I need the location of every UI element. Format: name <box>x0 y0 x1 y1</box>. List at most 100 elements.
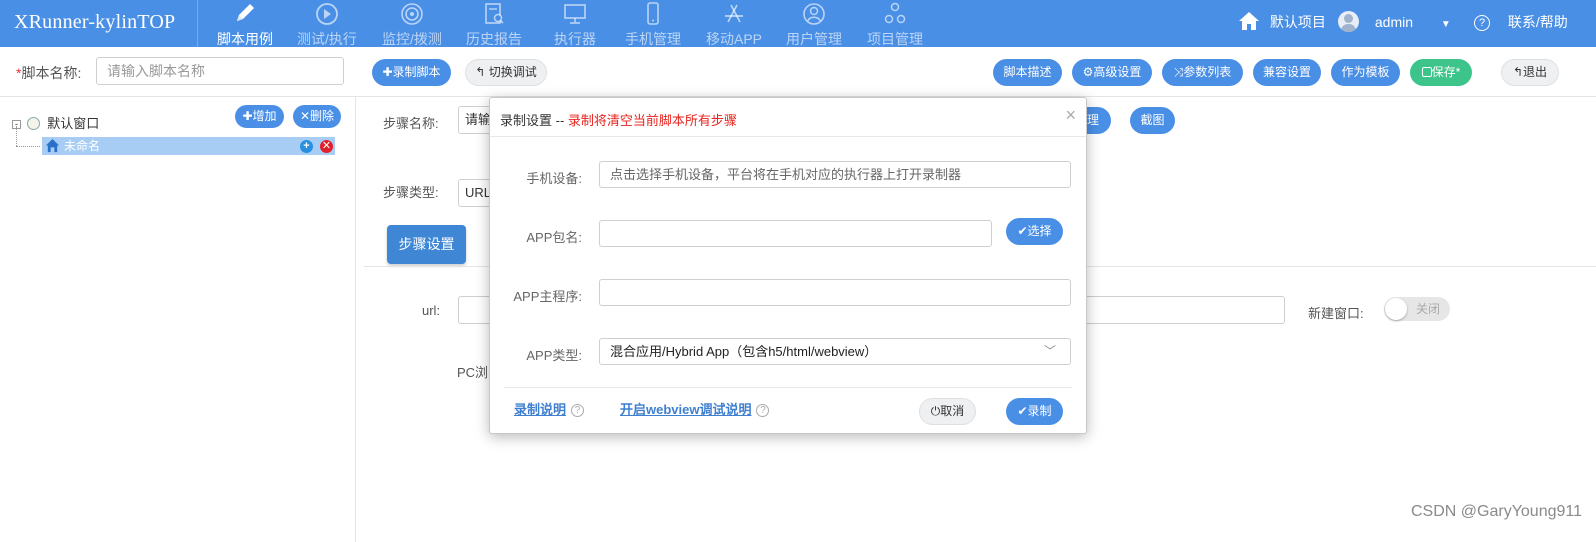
undo-icon: ↰ <box>1512 65 1524 79</box>
main-program-label: APP主程序: <box>513 289 582 304</box>
nav-label: 用户管理 <box>786 31 842 47</box>
tree-connector <box>16 146 40 147</box>
script-toolbar: *脚本名称: 请输入脚本名称 ✚录制脚本 ↰ 切换调试 脚本描述 ⚙高级设置 ⤨… <box>0 47 1596 97</box>
project-switcher[interactable]: 默认项目 <box>1238 0 1326 47</box>
tree-item-selected[interactable]: 未命名 <box>42 137 335 155</box>
remove-item-icon[interactable]: ✕ <box>320 140 333 153</box>
phone-icon <box>647 2 659 25</box>
add-step-button[interactable]: ✚增加 <box>235 105 284 128</box>
tree-item-label: 未命名 <box>64 139 101 153</box>
help-label: 联系/帮助 <box>1507 14 1568 30</box>
app-type-value: 混合应用/Hybrid App（包含h5/html/webview） <box>610 344 878 359</box>
check-icon: ✔ <box>1017 224 1028 238</box>
compat-settings-button[interactable]: 兼容设置 <box>1253 59 1321 86</box>
top-navbar: XRunner-kylinTOP 脚本用例 测试/执行 监控/拨测 历史报告 执… <box>0 0 1596 51</box>
nav-label: 执行器 <box>554 31 596 47</box>
pencil-icon <box>237 4 254 21</box>
dialog-title: 录制设置 -- 录制将清空当前脚本所有步骤 <box>500 113 737 128</box>
question-icon: ? <box>756 404 770 418</box>
caret-down-icon: ▼ <box>1440 19 1451 30</box>
report-search-icon <box>485 3 504 24</box>
new-window-toggle[interactable]: 关闭 <box>1384 297 1450 321</box>
as-template-button[interactable]: 作为模板 <box>1331 59 1400 86</box>
nav-item-monitor[interactable]: 监控/拨测 <box>379 2 445 47</box>
package-input[interactable] <box>599 220 992 247</box>
nav-item-phones[interactable]: 手机管理 <box>621 2 685 47</box>
exit-button[interactable]: ↰退出 <box>1501 59 1559 86</box>
step-settings-tab[interactable]: 步骤设置 <box>387 225 466 264</box>
nav-label: 历史报告 <box>466 31 522 47</box>
avatar <box>1338 11 1359 32</box>
play-circle-icon <box>316 3 338 25</box>
nav-item-scripts[interactable]: 脚本用例 <box>214 2 276 51</box>
clock-icon <box>26 117 40 130</box>
delete-step-button[interactable]: ✕删除 <box>293 105 341 128</box>
question-icon: ? <box>1474 15 1490 31</box>
step-name-label: 步骤名称: <box>383 116 439 131</box>
switch-debug-button[interactable]: ↰ 切换调试 <box>465 59 547 86</box>
toggle-knob <box>1385 298 1407 320</box>
tree-root-label: 默认窗口 <box>47 116 100 131</box>
app-type-label: APP类型: <box>526 348 582 363</box>
check-icon: ✔ <box>1017 404 1028 418</box>
save-button[interactable]: 保存* <box>1410 59 1472 86</box>
save-icon <box>1421 67 1432 77</box>
nav-divider <box>197 0 198 47</box>
record-button[interactable]: ✔录制 <box>1006 398 1063 425</box>
nav-label: 手机管理 <box>625 31 681 47</box>
nav-label: 项目管理 <box>867 31 923 47</box>
add-child-icon[interactable]: + <box>300 140 313 153</box>
user-icon <box>803 3 825 25</box>
url-label: url: <box>422 303 441 318</box>
app-type-select[interactable]: 混合应用/Hybrid App（包含h5/html/webview） ﹀ <box>599 338 1071 365</box>
watermark: CSDN @GaryYoung911 <box>1411 503 1582 520</box>
dialog-warning: 录制将清空当前脚本所有步骤 <box>567 113 737 128</box>
nav-item-projects[interactable]: 项目管理 <box>863 2 927 47</box>
webview-help-link[interactable]: 开启webview调试说明? <box>620 399 770 418</box>
plus-icon: ✚ <box>382 65 393 79</box>
param-list-button[interactable]: ⤨参数列表 <box>1162 59 1243 86</box>
package-label: APP包名: <box>526 230 582 245</box>
record-settings-dialog: 录制设置 -- 录制将清空当前脚本所有步骤 × 手机设备: 点击选择手机设备，平… <box>489 97 1087 434</box>
plus-icon: ✚ <box>242 109 253 123</box>
record-script-button[interactable]: ✚录制脚本 <box>372 59 451 86</box>
nav-item-test-exec[interactable]: 测试/执行 <box>294 2 360 47</box>
select-app-button[interactable]: ✔选择 <box>1006 218 1063 245</box>
close-icon: ✕ <box>299 109 311 123</box>
url-input-tail[interactable] <box>1075 296 1285 324</box>
device-label: 手机设备: <box>526 171 582 186</box>
help-link[interactable]: ? 联系/帮助 <box>1474 0 1568 47</box>
script-desc-button[interactable]: 脚本描述 <box>993 59 1062 86</box>
screenshot-button[interactable]: 截图 <box>1130 107 1175 134</box>
step-tree-panel: - 默认窗口 ✚增加 ✕删除 未命名 + ✕ <box>0 97 356 542</box>
main-program-input[interactable] <box>599 279 1071 306</box>
nav-item-mobile-app[interactable]: 移动APP <box>701 2 767 47</box>
nav-label: 移动APP <box>705 31 762 47</box>
dialog-header-divider <box>490 136 1086 137</box>
device-select-input[interactable]: 点击选择手机设备，平台将在手机对应的执行器上打开录制器 <box>599 161 1071 188</box>
tree-connector <box>16 126 17 146</box>
new-window-label: 新建窗口: <box>1308 306 1364 321</box>
script-name-input[interactable]: 请输入脚本名称 <box>96 57 344 85</box>
cancel-button[interactable]: ⏻取消 <box>919 398 976 425</box>
home-icon <box>45 138 60 158</box>
desktop-icon <box>564 4 586 24</box>
monitor-target-icon <box>401 3 423 25</box>
gear-icon: ⚙ <box>1082 65 1094 79</box>
nav-item-history[interactable]: 历史报告 <box>463 2 525 47</box>
nav-item-executors[interactable]: 执行器 <box>549 2 601 47</box>
pc-browser-label: PC浏 <box>457 365 489 380</box>
user-menu[interactable]: admin ▼ <box>1338 0 1451 47</box>
record-help-link[interactable]: 录制说明? <box>514 399 585 418</box>
home-icon <box>1239 12 1259 30</box>
nav-item-users[interactable]: 用户管理 <box>783 2 845 47</box>
shuffle-icon: ⤨ <box>1173 65 1184 79</box>
close-icon[interactable]: × <box>1065 105 1076 126</box>
undo-icon: ↰ <box>475 65 486 79</box>
app-logo: XRunner-kylinTOP <box>14 11 176 33</box>
tree-root-node[interactable]: - 默认窗口 <box>12 113 99 132</box>
script-name-label: *脚本名称: <box>16 65 82 81</box>
step-type-label: 步骤类型: <box>383 185 439 200</box>
app-store-icon <box>725 4 743 23</box>
advanced-settings-button[interactable]: ⚙高级设置 <box>1072 59 1152 86</box>
